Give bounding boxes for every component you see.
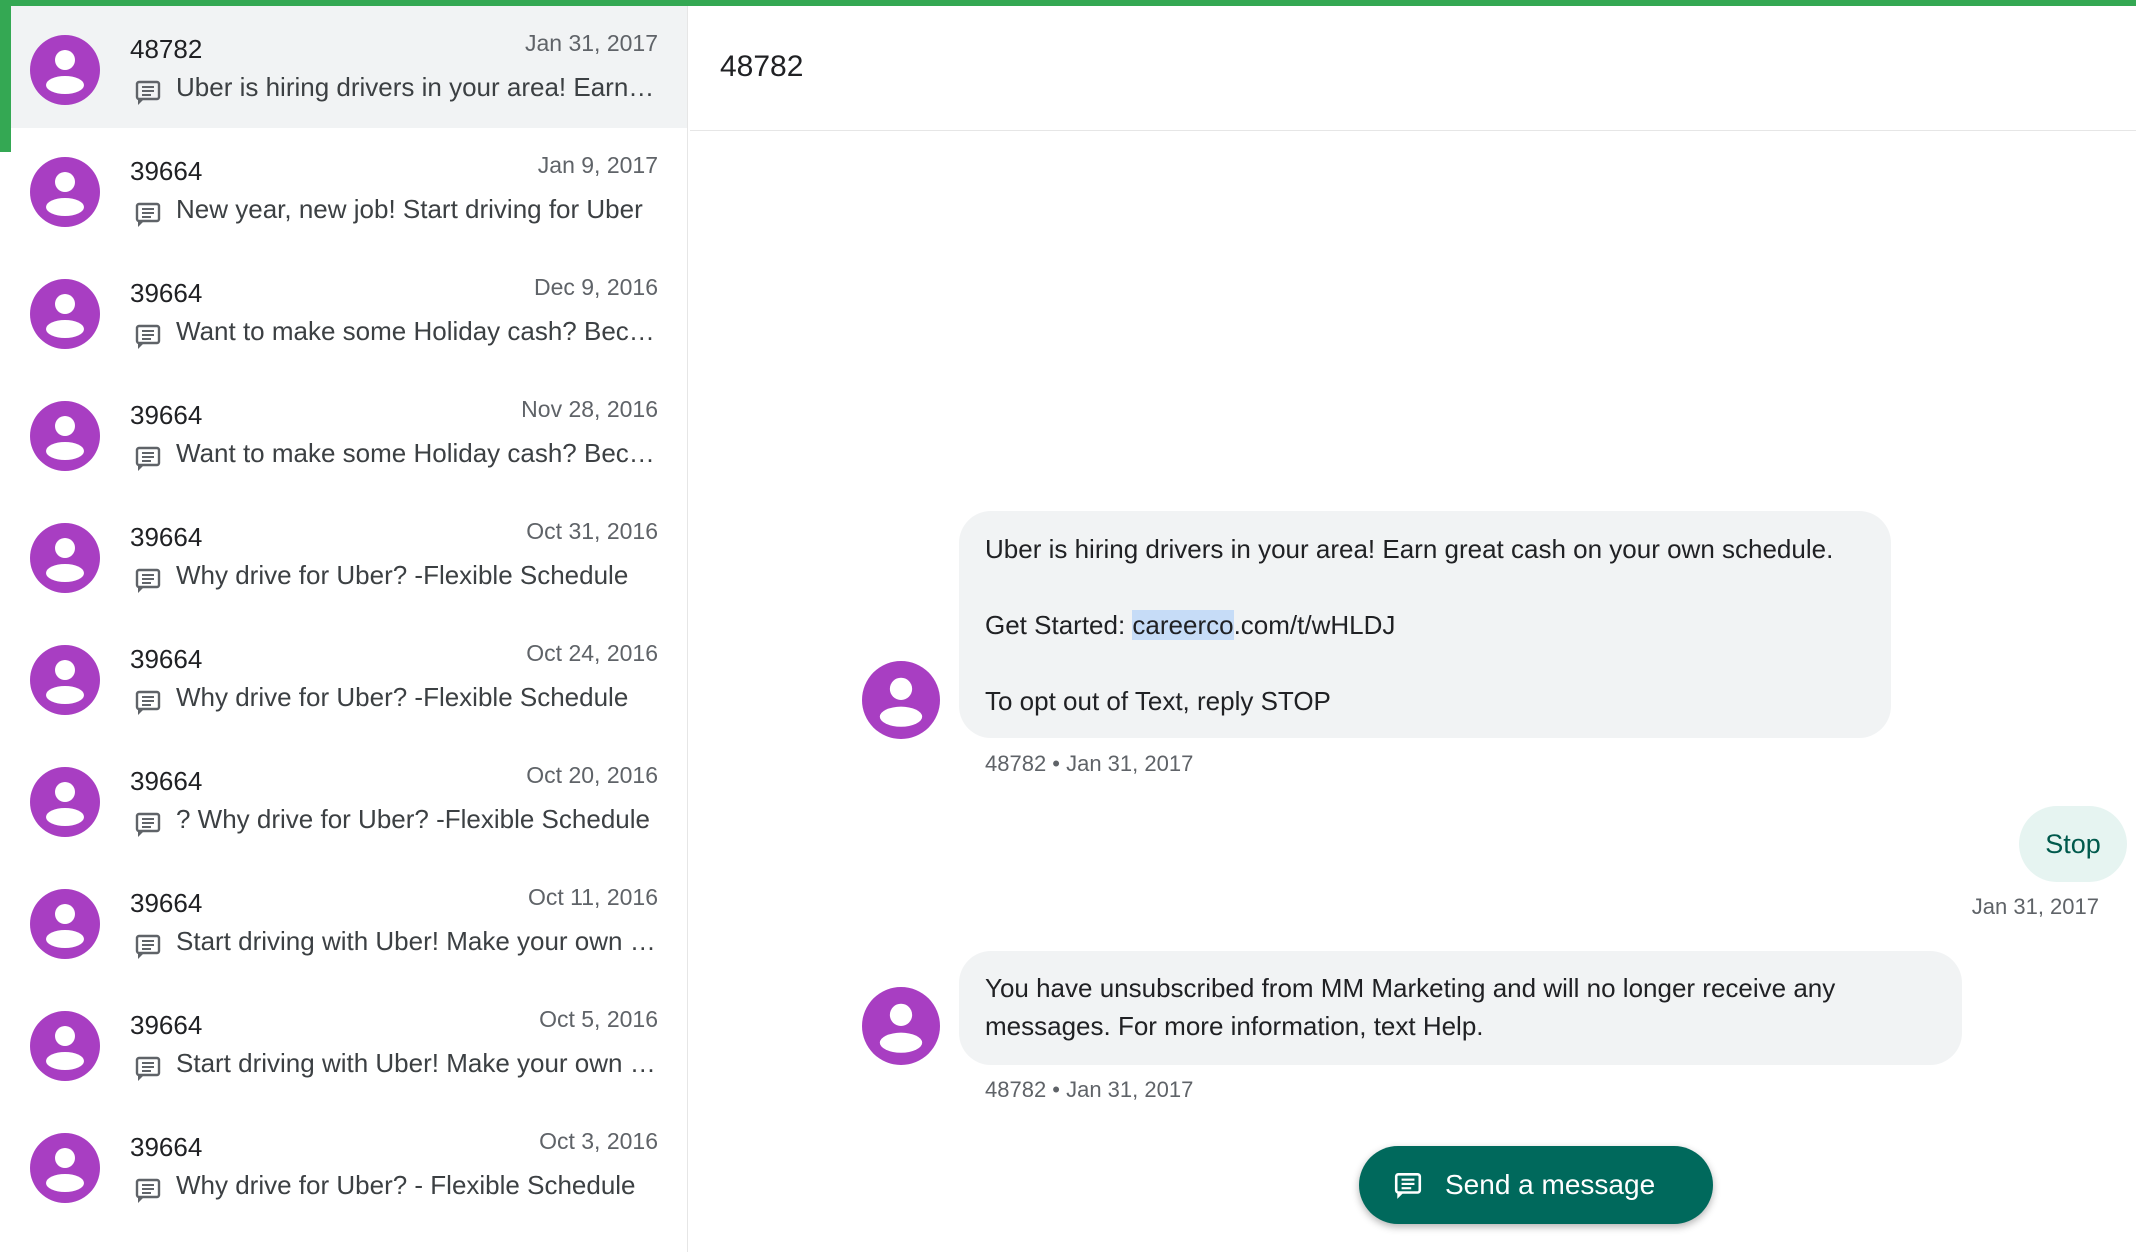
conversation-item[interactable]: 39664 Oct 24, 2016 Why drive for Uber? -… [0, 616, 687, 738]
conversation-name: 39664 [130, 888, 203, 918]
person-avatar-icon [30, 35, 100, 105]
thread-pane: 48782 Uber is hiring drivers in your are… [690, 6, 2136, 1252]
message-text: Get Started: [985, 610, 1133, 640]
message-icon [135, 202, 161, 227]
message-link-highlight[interactable]: careerco [1132, 610, 1234, 640]
conversation-date: Nov 28, 2016 [521, 396, 658, 422]
person-avatar-icon [862, 987, 940, 1065]
conversation-name: 48782 [130, 34, 203, 64]
person-avatar-icon [30, 889, 100, 959]
message-icon [1394, 1173, 1422, 1199]
conversation-item[interactable]: 39664 Oct 31, 2016 Why drive for Uber? -… [0, 494, 687, 616]
conversation-item[interactable]: 39664 Oct 20, 2016 ? Why drive for Uber?… [0, 738, 687, 860]
person-avatar-icon [30, 1011, 100, 1081]
conversation-name: 39664 [130, 400, 203, 430]
conversation-date: Oct 24, 2016 [526, 640, 658, 666]
person-avatar-icon [30, 1133, 100, 1203]
message-icon [135, 568, 161, 593]
conversation-snippet: Why drive for Uber? -Flexible Schedule [176, 682, 629, 712]
incoming-message-bubble[interactable]: Uber is hiring drivers in your area! Ear… [959, 511, 1891, 738]
send-message-button[interactable]: Send a message [1359, 1146, 1713, 1224]
conversation-snippet: ? Why drive for Uber? -Flexible Schedule [176, 804, 650, 834]
message-text: You have unsubscribed from MM Marketing … [985, 973, 1836, 1041]
person-avatar-icon [30, 523, 100, 593]
message-icon [135, 1056, 161, 1081]
conversation-snippet: Want to make some Holiday cash? Become a… [176, 438, 656, 468]
conversation-date: Jan 31, 2017 [524, 30, 658, 56]
conversation-name: 39664 [130, 1010, 203, 1040]
conversation-snippet: Start driving with Uber! Make your own s… [176, 926, 656, 956]
person-avatar-icon [30, 767, 100, 837]
conversation-item[interactable]: 39664 Oct 5, 2016 Start driving with Ube… [0, 982, 687, 1104]
message-icon [135, 1178, 161, 1203]
person-avatar-icon [30, 279, 100, 349]
message-icon [135, 324, 161, 349]
conversation-date: Oct 3, 2016 [539, 1128, 658, 1154]
conversation-item-48782[interactable]: 48782 Jan 31, 2017 Uber is hiring driver… [0, 6, 687, 152]
message-meta: 48782 • Jan 31, 2017 [985, 1077, 1194, 1102]
conversation-date: Oct 11, 2016 [528, 884, 658, 910]
message-icon [135, 80, 161, 105]
message-link-line: Get Started: careerco.com/t/wHLDJ [985, 606, 1865, 644]
conversation-snippet: New year, new job! Start driving for Ube… [176, 194, 643, 224]
message-meta: 48782 • Jan 31, 2017 [985, 751, 1194, 776]
conversation-item[interactable]: 39664 Dec 9, 2016 Want to make some Holi… [0, 250, 687, 372]
conversation-name: 39664 [130, 644, 203, 674]
conversation-date: Dec 9, 2016 [533, 274, 658, 300]
conversation-name: 39664 [130, 156, 203, 186]
conversation-item[interactable]: 39664 Oct 11, 2016 Start driving with Ub… [0, 860, 687, 982]
message-icon [135, 812, 161, 837]
conversation-list[interactable]: 48782 Jan 31, 2017 Uber is hiring driver… [0, 6, 688, 1252]
conversation-snippet: Why drive for Uber? - Flexible Schedule [176, 1170, 636, 1200]
thread-title: 48782 [720, 50, 804, 83]
conversation-snippet: Start driving with Uber! Make your own s… [176, 1048, 656, 1078]
message-icon [135, 690, 161, 715]
person-avatar-icon [30, 401, 100, 471]
person-avatar-icon [30, 645, 100, 715]
person-avatar-icon [862, 661, 940, 739]
conversation-date: Oct 20, 2016 [526, 762, 658, 788]
conversation-name: 39664 [130, 278, 203, 308]
conversation-snippet: Uber is hiring drivers in your area! Ear… [176, 72, 656, 102]
message-text: .com/t/wHLDJ [1233, 610, 1396, 640]
outgoing-message-bubble[interactable]: Stop [2019, 806, 2127, 882]
conversation-date: Jan 9, 2017 [537, 152, 658, 178]
conversation-name: 39664 [130, 1132, 203, 1162]
message-text: To opt out of Text, reply STOP [985, 686, 1331, 716]
send-button-label: Send a message [1445, 1169, 1656, 1200]
message-icon [135, 446, 161, 471]
conversation-item[interactable]: 39664 Nov 28, 2016 Want to make some Hol… [0, 372, 687, 494]
conversation-item[interactable]: 39664 Jan 9, 2017 New year, new job! Sta… [0, 128, 687, 250]
person-avatar-icon [30, 157, 100, 227]
message-meta: Jan 31, 2017 [1971, 894, 2099, 919]
conversation-date: Oct 5, 2016 [539, 1006, 658, 1032]
incoming-message-bubble[interactable]: You have unsubscribed from MM Marketing … [959, 951, 1962, 1065]
conversation-date: Oct 31, 2016 [526, 518, 658, 544]
thread-header: 48782 [690, 6, 2136, 131]
message-text: Uber is hiring drivers in your area! Ear… [985, 534, 1834, 564]
conversation-item[interactable]: 39664 Oct 3, 2016 Why drive for Uber? - … [0, 1104, 687, 1226]
conversation-snippet: Why drive for Uber? -Flexible Schedule [176, 560, 629, 590]
conversation-name: 39664 [130, 766, 203, 796]
message-icon [135, 934, 161, 959]
conversation-snippet: Want to make some Holiday cash? Become a… [176, 316, 656, 346]
conversation-name: 39664 [130, 522, 203, 552]
